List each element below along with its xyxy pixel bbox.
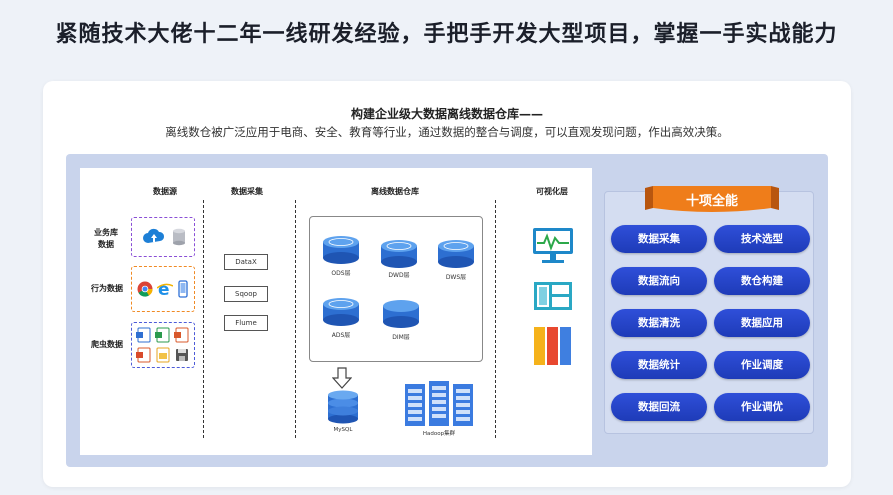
dws-layer-label: DWS层 <box>445 274 467 281</box>
ie-browser-icon: e <box>157 280 173 298</box>
card-title: 构建企业级大数据离线数据仓库—— <box>350 107 543 121</box>
dim-layer-label: DIM层 <box>392 334 410 341</box>
bar-columns-icon <box>534 327 571 365</box>
dwd-layer-label: DWD层 <box>388 272 410 279</box>
svg-text:e: e <box>158 280 170 298</box>
mobile-phone-icon <box>178 280 188 298</box>
arrow-down-icon <box>332 367 352 389</box>
skill-pill: 数据流向 <box>611 267 707 295</box>
skill-pill: 数据统计 <box>611 351 707 379</box>
separator-2 <box>295 200 296 438</box>
skill-pill: 作业调优 <box>714 393 810 421</box>
col-header-collect: 数据采集 <box>231 187 263 196</box>
col-header-sources: 数据源 <box>153 187 177 196</box>
skill-pill: 数仓构建 <box>714 267 810 295</box>
source-box-business <box>131 217 195 257</box>
database-icon <box>173 228 185 246</box>
skill-pill: 技术选型 <box>714 225 810 253</box>
skills-title: 十项全能 <box>685 194 738 209</box>
tool-datax: DataX <box>224 254 268 270</box>
dwd-layer-icon <box>381 240 417 268</box>
skill-pill: 数据清洗 <box>611 309 707 337</box>
card-subtitle: 离线数仓被广泛应用于电商、安全、教育等行业，通过数据的整合与调度，可以直观发现问… <box>165 125 729 139</box>
tool-sqoop: Sqoop <box>224 286 268 302</box>
source-box-crawler <box>131 322 195 368</box>
chrome-icon <box>137 281 153 297</box>
source-label-business: 业务库 数据 <box>94 228 118 249</box>
col-header-warehouse: 离线数据仓库 <box>371 187 419 196</box>
mysql-label: MySQL <box>333 427 353 433</box>
dws-layer-icon <box>438 240 474 268</box>
source-label-behavior: 行为数据 <box>91 284 123 293</box>
hadoop-cluster-icon <box>405 381 473 426</box>
mysql-database-icon <box>328 390 358 424</box>
source-label-crawler: 爬虫数据 <box>91 340 123 349</box>
page-headline: 紧随技术大佬十二年一线研发经验，手把手开发大型项目，掌握一手实战能力 <box>55 22 838 47</box>
ads-layer-icon <box>323 298 359 326</box>
dim-layer-icon <box>383 300 419 328</box>
skill-pill: 数据回流 <box>611 393 707 421</box>
tool-flume: Flume <box>224 315 268 331</box>
separator-3 <box>495 200 496 438</box>
skill-pill: 数据应用 <box>714 309 810 337</box>
skill-pill: 作业调度 <box>714 351 810 379</box>
hadoop-cluster-label: Hadoop集群 <box>422 431 456 437</box>
separator-1 <box>203 200 204 438</box>
document-files-icon <box>136 327 189 363</box>
ods-layer-icon <box>323 236 359 264</box>
col-header-viz: 可视化层 <box>536 187 568 196</box>
ods-layer-label: ODS层 <box>331 270 351 277</box>
dashboard-layout-icon <box>534 282 572 310</box>
ads-layer-label: ADS层 <box>331 332 351 339</box>
source-box-behavior: e <box>131 266 195 312</box>
monitor-chart-icon <box>533 228 573 263</box>
skill-pill: 数据采集 <box>611 225 707 253</box>
cloud-upload-icon <box>143 228 165 243</box>
